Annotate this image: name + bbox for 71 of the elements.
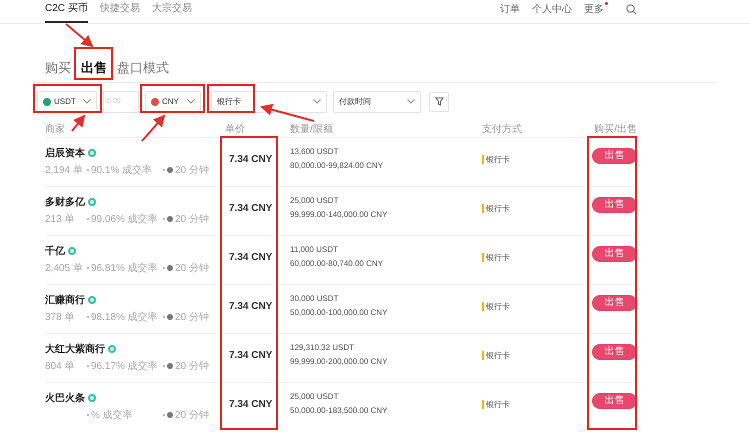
payment-time: 20 分钟	[175, 310, 209, 324]
payment-time: 20 分钟	[175, 212, 209, 226]
tab[interactable]: 出售	[81, 58, 107, 78]
sell-button[interactable]: 出售	[592, 392, 637, 408]
order-count: 378 单	[45, 310, 74, 324]
limit-range: 50,000.00-100,000.00 CNY	[290, 306, 388, 318]
sell-button[interactable]: 出售	[592, 148, 637, 164]
sell-button[interactable]: 出售	[592, 196, 637, 212]
payment-method: 银行卡	[482, 154, 510, 164]
sell-button[interactable]: 出售	[592, 246, 637, 262]
merchant-name: 千亿	[45, 244, 65, 258]
completion-rate: 96.17% 成交率	[91, 360, 158, 374]
completion-rate: % 成交率	[91, 408, 133, 422]
limit-range: 60,000.00-80,740.00 CNY	[290, 258, 383, 270]
nav-link[interactable]: 快捷交易	[100, 1, 140, 23]
payment-time: 20 分钟	[175, 360, 209, 374]
payment-time: 20 分钟	[175, 408, 209, 422]
merchant-name: 多财多亿	[45, 196, 85, 210]
order-count: 213 单	[45, 212, 74, 226]
unit-price: 7.34 CNY	[229, 398, 272, 410]
limit-range: 50,000.00-183,500.00 CNY	[290, 404, 388, 416]
nav-link[interactable]: 更多	[584, 2, 604, 17]
payment-method: 银行卡	[482, 302, 510, 310]
payment-method: 银行卡	[482, 350, 510, 360]
quantity: 30,000 USDT	[290, 292, 338, 304]
limit-range: 99,999.00-140,000.00 CNY	[290, 208, 388, 220]
quantity: 13,600 USDT	[290, 146, 338, 158]
tab[interactable]: 盘口模式	[117, 58, 169, 78]
column-header: 商家	[45, 122, 65, 136]
nav-link[interactable]: C2C 买币	[45, 1, 88, 23]
merchant-name: 大红大紫商行	[45, 342, 105, 356]
tab[interactable]: 购买	[45, 58, 71, 78]
dropdown[interactable]: 付款时间	[333, 90, 421, 112]
unit-price: 7.34 CNY	[229, 154, 272, 164]
unit-price: 7.34 CNY	[229, 300, 272, 312]
order-count: 804 单	[45, 360, 74, 374]
limit-range: 80,000.00-99,824.00 CNY	[290, 160, 383, 172]
unit-price: 7.34 CNY	[229, 202, 272, 214]
payment-method: 银行卡	[482, 400, 510, 408]
unit-price: 7.34 CNY	[229, 350, 272, 360]
quantity: 25,000 USDT	[290, 194, 338, 206]
completion-rate: 99.06% 成交率	[91, 212, 158, 226]
merchant-name: 启辰资本	[45, 146, 85, 160]
payment-time: 20 分钟	[175, 164, 209, 178]
payment-method: 银行卡	[482, 252, 510, 262]
nav-link[interactable]: 个人中心	[532, 2, 572, 17]
dropdown[interactable]: CNY	[145, 90, 201, 112]
column-header: 购买/出售	[594, 122, 637, 136]
dropdown[interactable]: 银行卡	[211, 90, 327, 112]
quantity: 25,000 USDT	[290, 390, 338, 402]
column-header: 单价	[225, 122, 245, 136]
column-header: 支付方式	[482, 122, 522, 136]
quantity: 11,000 USDT	[290, 244, 338, 256]
quantity: 129,310.32 USDT	[290, 342, 354, 354]
nav-link[interactable]: 大宗交易	[152, 1, 192, 23]
sell-button[interactable]: 出售	[592, 294, 637, 310]
merchant-name: 火巴火条	[45, 392, 85, 406]
column-header: 数量/限额	[290, 122, 333, 136]
completion-rate: 96.81% 成交率	[91, 262, 158, 276]
completion-rate: 98.18% 成交率	[91, 310, 158, 324]
dropdown[interactable]: USDT	[37, 90, 97, 112]
payment-method: 银行卡	[482, 204, 510, 212]
merchant-name: 汇赚商行	[45, 293, 85, 308]
order-count: 2,194 单	[45, 164, 83, 178]
unit-price: 7.34 CNY	[229, 252, 272, 262]
sell-button[interactable]: 出售	[592, 344, 637, 360]
nav-link[interactable]: 订单	[500, 2, 520, 17]
payment-time: 20 分钟	[175, 262, 209, 276]
order-count: 2,405 单	[45, 262, 83, 276]
completion-rate: 90.1% 成交率	[91, 164, 152, 178]
limit-range: 99,999.00-200,000.00 CNY	[290, 356, 388, 368]
